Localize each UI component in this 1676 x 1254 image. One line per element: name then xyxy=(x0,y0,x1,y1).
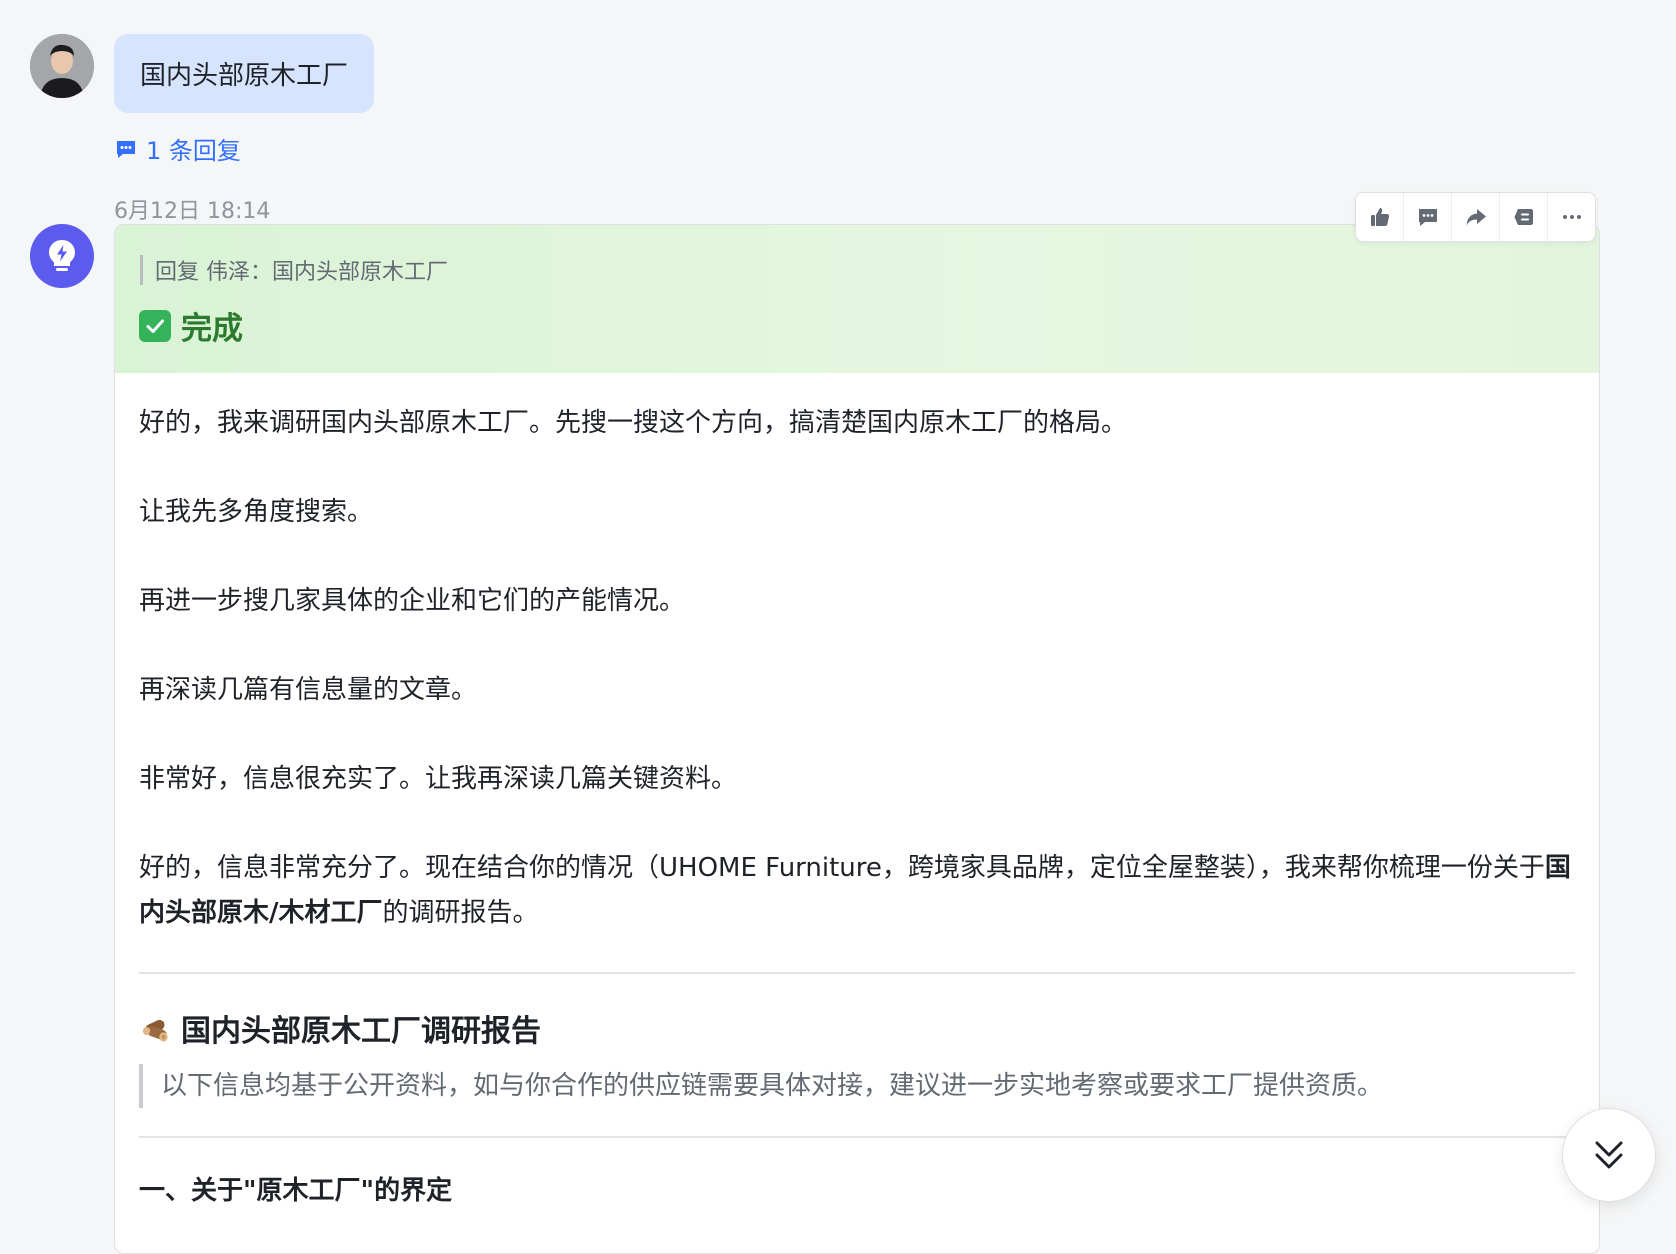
comment-icon xyxy=(117,140,135,158)
wood-log-icon xyxy=(142,1019,168,1042)
status-row: 完成 xyxy=(139,303,243,348)
forward-button[interactable] xyxy=(1452,193,1500,241)
report-note: 以下信息均基于公开资料，如与你合作的供应链需要具体对接，建议进一步实地考察或要求… xyxy=(139,1064,1575,1108)
quote-button[interactable] xyxy=(1500,193,1548,241)
card-header: 回复 伟泽：国内头部原木工厂 完成 xyxy=(115,225,1599,373)
bot-lightbulb-icon xyxy=(49,240,75,271)
user-message-bubble[interactable]: 国内头部原木工厂 xyxy=(114,34,375,113)
message-paragraph: 非常好，信息很充实了。让我再深读几篇关键资料。 xyxy=(139,764,738,794)
card-body: 好的，我来调研国内头部原木工厂。先搜一搜这个方向，搞清楚国内原木工厂的格局。 让… xyxy=(115,373,1599,1207)
section-heading: 一、关于"原木工厂"的界定 xyxy=(139,1176,453,1206)
report-title: 国内头部原木工厂调研报告 xyxy=(139,1006,1575,1050)
bot-avatar[interactable] xyxy=(30,224,94,288)
like-button[interactable] xyxy=(1356,193,1404,241)
message-paragraph: 让我先多角度搜索。 xyxy=(139,497,374,527)
thread-reply-link[interactable]: 1 条回复 xyxy=(114,131,241,166)
scroll-to-bottom-button[interactable] xyxy=(1562,1108,1656,1202)
summary-prefix: 好的，信息非常充分了。现在结合你的情况（UHOME Furniture，跨境家具… xyxy=(139,853,1545,883)
report-title-text: 国内头部原木工厂调研报告 xyxy=(181,1014,541,1049)
message-paragraph: 好的，我来调研国内头部原木工厂。先搜一搜这个方向，搞清楚国内原木工厂的格局。 xyxy=(139,408,1128,438)
double-chevron-down-icon xyxy=(1595,1141,1623,1169)
reference-icon xyxy=(1514,209,1533,225)
user-message-text: 国内头部原木工厂 xyxy=(140,61,349,91)
user-avatar[interactable] xyxy=(30,34,94,98)
reply-quote[interactable]: 回复 伟泽：国内头部原木工厂 xyxy=(140,255,448,285)
more-button[interactable] xyxy=(1548,193,1595,241)
message-paragraph: 再深读几篇有信息量的文章。 xyxy=(139,675,478,705)
status-label: 完成 xyxy=(181,311,243,347)
message-paragraph-summary: 好的，信息非常充分了。现在结合你的情况（UHOME Furniture，跨境家具… xyxy=(139,846,1575,936)
more-icon xyxy=(1562,215,1581,219)
message-action-toolbar xyxy=(1355,192,1596,242)
divider xyxy=(139,1136,1575,1138)
reply-button[interactable] xyxy=(1404,193,1452,241)
summary-suffix: 的调研报告。 xyxy=(382,898,539,928)
forward-icon xyxy=(1466,209,1486,226)
comment-icon xyxy=(1418,209,1437,226)
user-avatar-photo xyxy=(30,34,94,98)
check-icon xyxy=(139,309,171,342)
reply-count-label: 1 条回复 xyxy=(146,137,241,165)
thumbs-up-icon xyxy=(1370,208,1389,226)
bot-message-card: 回复 伟泽：国内头部原木工厂 完成 好的，我来调研国内头部原木工厂。先搜一搜这个… xyxy=(114,224,1600,1254)
message-paragraph: 再进一步搜几家具体的企业和它们的产能情况。 xyxy=(139,586,686,616)
divider xyxy=(139,972,1575,974)
message-timestamp: 6月12日 18:14 xyxy=(114,199,271,224)
